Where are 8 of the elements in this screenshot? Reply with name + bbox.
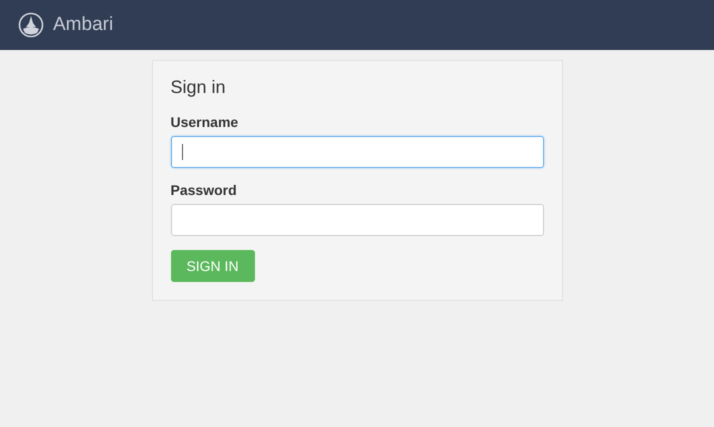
sign-in-button[interactable]: SIGN IN xyxy=(170,250,254,282)
app-name: Ambari xyxy=(53,14,114,36)
form-title: Sign in xyxy=(170,77,227,98)
field-label: Password xyxy=(170,182,238,198)
field-label: Username xyxy=(170,114,240,130)
input-field[interactable] xyxy=(170,136,544,168)
input-field[interactable] xyxy=(170,204,544,236)
logo-icon xyxy=(18,12,44,38)
